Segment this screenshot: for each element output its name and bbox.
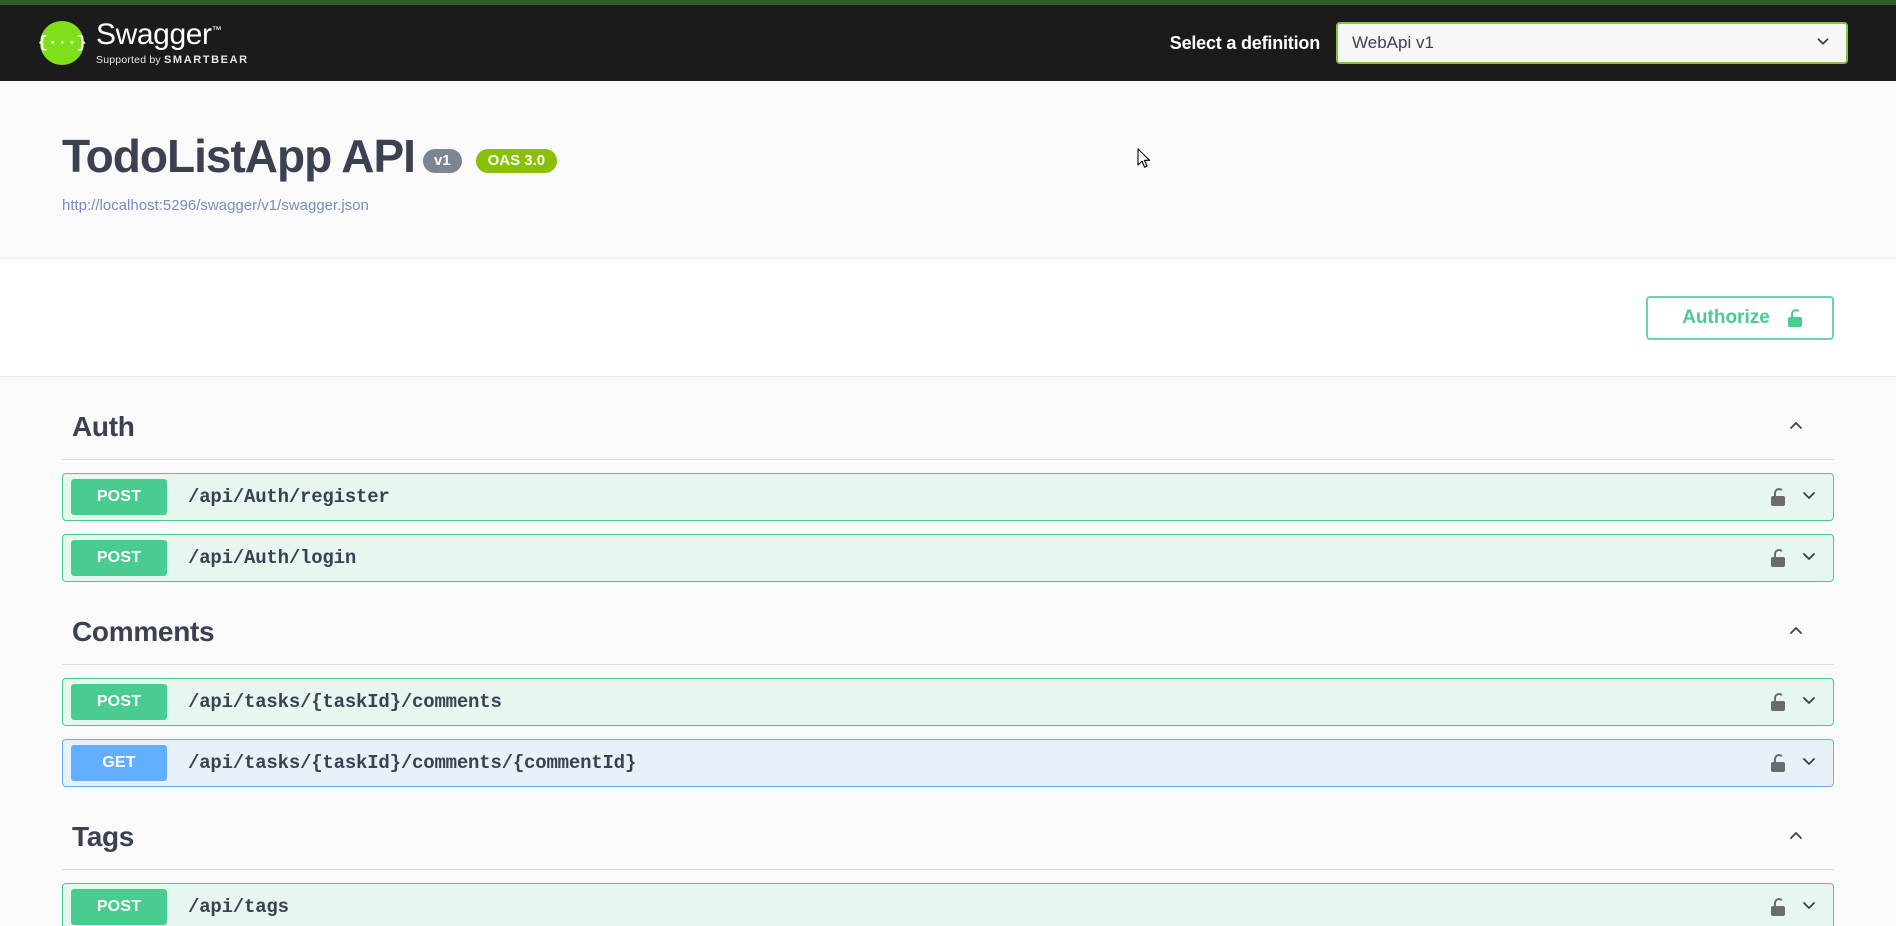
unlocked-padlock-icon[interactable] xyxy=(1771,898,1785,916)
chevron-up-icon[interactable] xyxy=(1786,825,1806,850)
authorize-band: Authorize xyxy=(0,259,1896,377)
operation-row[interactable]: POST /api/Auth/login xyxy=(62,534,1834,582)
tag-section-tags: Tags POST /api/tags xyxy=(62,799,1834,926)
operations-list: Auth POST /api/Auth/register POST /api/A… xyxy=(0,377,1896,926)
unlocked-padlock-icon[interactable] xyxy=(1771,549,1785,567)
tag-header-auth[interactable]: Auth xyxy=(62,389,1834,460)
chevron-down-icon[interactable] xyxy=(1799,690,1819,715)
http-method-badge: POST xyxy=(71,684,167,720)
unlocked-padlock-icon[interactable] xyxy=(1771,754,1785,772)
tag-name: Auth xyxy=(72,411,135,442)
tag-name: Comments xyxy=(72,616,215,647)
tag-header-comments[interactable]: Comments xyxy=(62,594,1834,665)
http-method-badge: GET xyxy=(71,745,167,781)
tag-name: Tags xyxy=(72,821,135,852)
operation-path: /api/Auth/register xyxy=(188,486,390,508)
operation-row[interactable]: POST /api/tags xyxy=(62,883,1834,926)
operation-row[interactable]: POST /api/Auth/register xyxy=(62,473,1834,521)
http-method-badge: POST xyxy=(71,889,167,925)
operation-path: /api/Auth/login xyxy=(188,547,357,569)
http-method-badge: POST xyxy=(71,479,167,515)
chevron-down-icon[interactable] xyxy=(1799,751,1819,776)
operation-row[interactable]: GET /api/tasks/{taskId}/comments/{commen… xyxy=(62,739,1834,787)
operation-row-controls xyxy=(1771,485,1833,510)
operation-row-controls xyxy=(1771,546,1833,571)
trademark-mark: ™ xyxy=(211,25,222,36)
operation-path: /api/tasks/{taskId}/comments xyxy=(188,691,502,713)
tag-header-tags[interactable]: Tags xyxy=(62,799,1834,870)
swagger-logo-text: Swagger™ Supported by SMARTBEAR xyxy=(96,20,249,66)
chevron-up-icon[interactable] xyxy=(1786,415,1806,440)
tag-section-comments: Comments POST /api/tasks/{taskId}/commen… xyxy=(62,594,1834,787)
swagger-wordmark: Swagger™ xyxy=(96,18,222,51)
operation-row-controls xyxy=(1771,895,1833,920)
unlocked-padlock-icon[interactable] xyxy=(1771,488,1785,506)
tag-section-auth: Auth POST /api/Auth/register POST /api/A… xyxy=(62,389,1834,582)
spec-url-link[interactable]: http://localhost:5296/swagger/v1/swagger… xyxy=(62,197,1896,214)
swagger-logo[interactable]: {···} Swagger™ Supported by SMARTBEAR xyxy=(38,20,249,66)
http-method-badge: POST xyxy=(71,540,167,576)
definition-selector-group: Select a definition WebApi v1 xyxy=(1170,22,1848,64)
topbar: {···} Swagger™ Supported by SMARTBEAR Se… xyxy=(0,5,1896,81)
authorize-button[interactable]: Authorize xyxy=(1646,295,1834,340)
supported-by-text: Supported by SMARTBEAR xyxy=(96,54,249,66)
unlocked-padlock-icon xyxy=(1787,308,1802,327)
operation-row-controls xyxy=(1771,751,1833,776)
operation-row[interactable]: POST /api/tasks/{taskId}/comments xyxy=(62,678,1834,726)
operation-path: /api/tags xyxy=(188,896,289,918)
definition-select-value: WebApi v1 xyxy=(1352,33,1434,52)
api-info-block: TodoListApp API v1 OAS 3.0 http://localh… xyxy=(0,81,1896,259)
chevron-down-icon[interactable] xyxy=(1799,485,1819,510)
operation-row-controls xyxy=(1771,690,1833,715)
definition-label: Select a definition xyxy=(1169,32,1320,53)
page-title: TodoListApp API xyxy=(62,130,416,182)
chevron-up-icon[interactable] xyxy=(1786,620,1806,645)
version-badge: v1 xyxy=(422,148,462,173)
definition-select[interactable]: WebApi v1 xyxy=(1336,22,1848,64)
operation-path: /api/tasks/{taskId}/comments/{commentId} xyxy=(188,752,637,774)
api-title-row: TodoListApp API v1 OAS 3.0 xyxy=(62,133,1896,179)
swagger-logo-icon: {···} xyxy=(38,21,87,65)
smartbear-brand: SMARTBEAR xyxy=(164,54,249,66)
oas-badge: OAS 3.0 xyxy=(475,148,558,173)
chevron-down-icon[interactable] xyxy=(1799,546,1819,571)
authorize-button-label: Authorize xyxy=(1682,306,1770,328)
unlocked-padlock-icon[interactable] xyxy=(1771,693,1785,711)
chevron-down-icon[interactable] xyxy=(1799,895,1819,920)
chevron-down-icon xyxy=(1814,32,1832,55)
